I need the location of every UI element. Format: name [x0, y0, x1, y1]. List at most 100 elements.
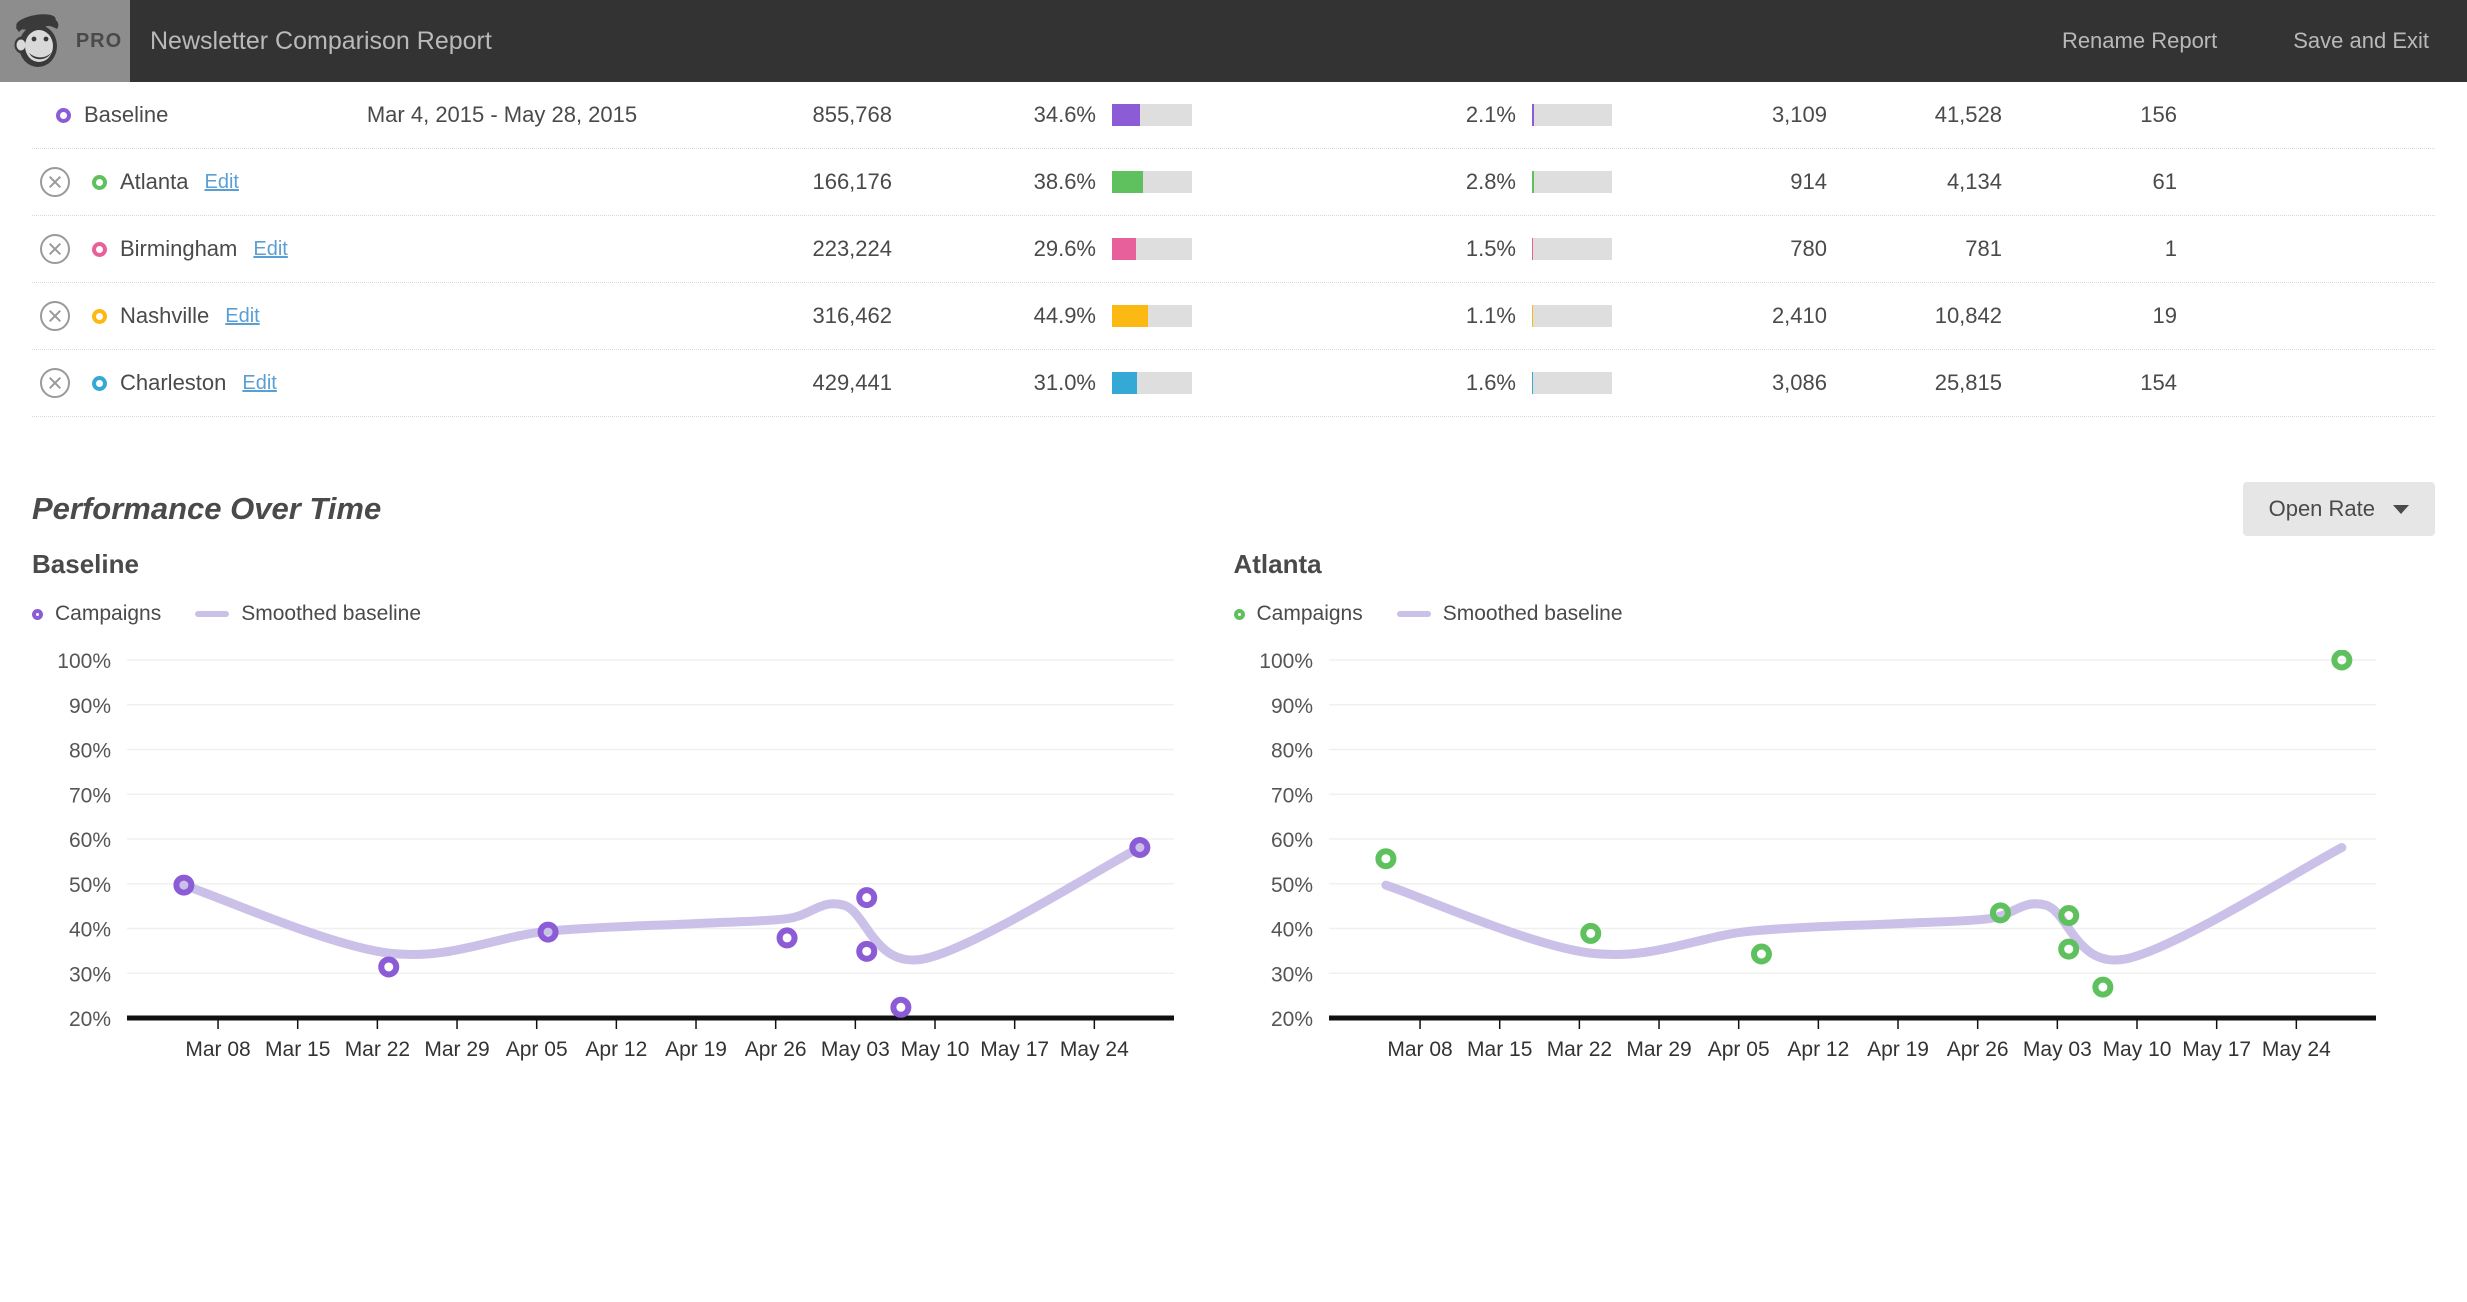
- opens-cell: 3,086: [1771, 370, 1827, 395]
- svg-text:50%: 50%: [69, 874, 111, 897]
- comparison-table: Baseline Mar 4, 2015 - May 28, 2015 855,76…: [0, 82, 2467, 417]
- clicks-cell: 10,842: [1934, 303, 2002, 328]
- data-point[interactable]: [1374, 848, 1396, 870]
- series-color-dot: [92, 241, 107, 257]
- open-rate-cell-bar-fill: [1112, 305, 1148, 327]
- svg-text:Apr 19: Apr 19: [665, 1038, 727, 1061]
- click-rate-cell-value: 1.6%: [1465, 370, 1516, 395]
- mailchimp-freddie-icon: [8, 12, 70, 70]
- row-name-cell: Charleston Edit: [32, 368, 342, 398]
- data-point[interactable]: [2091, 976, 2113, 998]
- opens-cell: 2,410: [1771, 303, 1827, 328]
- svg-text:100%: 100%: [1259, 650, 1313, 673]
- click-rate-cell-bar: [1532, 104, 1612, 126]
- svg-text:90%: 90%: [1270, 695, 1312, 718]
- table-row: Charleston Edit 429,441 31.0% 1.6% 3,086 25,81…: [32, 350, 2435, 417]
- click-rate-cell-bar: [1532, 171, 1612, 193]
- remove-row-icon[interactable]: [40, 234, 70, 264]
- performance-section-header: Performance Over Time Open Rate: [0, 479, 2467, 539]
- data-point[interactable]: [2057, 905, 2079, 927]
- extra-cell: 156: [2140, 102, 2177, 127]
- open-rate-cell-bar: [1112, 238, 1192, 260]
- open-rate-cell: 29.6%: [892, 236, 1192, 262]
- data-point[interactable]: [378, 956, 400, 978]
- data-point[interactable]: [890, 996, 912, 1018]
- edit-link[interactable]: Edit: [253, 238, 287, 261]
- svg-text:Apr 26: Apr 26: [1946, 1038, 2008, 1061]
- open-rate-cell-bar-fill: [1112, 372, 1137, 394]
- click-rate-cell: 1.5%: [1192, 236, 1612, 262]
- svg-text:90%: 90%: [69, 695, 111, 718]
- click-rate-cell-bar-fill: [1532, 104, 1534, 126]
- opens-cell: 780: [1790, 236, 1827, 261]
- svg-text:Mar 15: Mar 15: [265, 1038, 330, 1061]
- open-rate-cell-bar-fill: [1112, 238, 1136, 260]
- chart-plot: 20% 30% 40% 50% 60% 70% 80% 90% 100% Mar 08 Mar 15…: [1259, 650, 2376, 1061]
- clicks-cell: 781: [1965, 236, 2002, 261]
- row-label: Nashville: [120, 303, 210, 328]
- smoothed-baseline-line: [1380, 843, 2346, 965]
- rename-report-button[interactable]: Rename Report: [2024, 0, 2255, 82]
- legend-campaigns-label: Campaigns: [1256, 602, 1363, 625]
- svg-text:Apr 12: Apr 12: [585, 1038, 647, 1061]
- svg-text:May 03: May 03: [2022, 1038, 2091, 1061]
- click-rate-cell-bar: [1532, 238, 1612, 260]
- open-rate-cell-value: 44.9%: [1033, 303, 1096, 328]
- chart-title: Atlanta: [1233, 549, 1322, 579]
- series-color-dot: [92, 308, 107, 324]
- chart-panel-baseline: Baseline Campaigns Smoothed baseline 20% 30%…: [32, 549, 1234, 1070]
- open-rate-cell-bar-fill: [1112, 171, 1143, 193]
- data-point[interactable]: [1750, 943, 1772, 965]
- remove-row-icon[interactable]: [40, 301, 70, 331]
- row-name-cell: Baseline: [32, 102, 342, 128]
- open-rate-cell-value: 38.6%: [1033, 169, 1096, 194]
- mailchimp-pro-logo[interactable]: PRO: [0, 0, 130, 82]
- legend-campaigns-dot: [32, 608, 43, 620]
- remove-row-icon[interactable]: [40, 167, 70, 197]
- svg-text:Apr 26: Apr 26: [745, 1038, 807, 1061]
- data-point[interactable]: [776, 927, 798, 949]
- table-row: Baseline Mar 4, 2015 - May 28, 2015 855,76…: [32, 82, 2435, 149]
- svg-text:May 24: May 24: [2261, 1038, 2330, 1061]
- extra-cell: 19: [2152, 303, 2177, 328]
- svg-text:May 10: May 10: [901, 1038, 970, 1061]
- chart-panel-atlanta: Atlanta Campaigns Smoothed baseline 20% 30% 4…: [1233, 549, 2436, 1070]
- remove-row-icon[interactable]: [40, 368, 70, 398]
- edit-link[interactable]: Edit: [205, 171, 239, 194]
- legend-smoothed-line-swatch: [1396, 611, 1431, 617]
- row-name-cell: Nashville Edit: [32, 301, 342, 331]
- save-and-exit-button[interactable]: Save and Exit: [2255, 0, 2467, 82]
- legend-campaigns-dot: [1233, 608, 1245, 620]
- metric-dropdown[interactable]: Open Rate: [2242, 482, 2435, 536]
- click-rate-cell: 2.1%: [1192, 102, 1612, 128]
- svg-text:60%: 60%: [69, 829, 111, 852]
- edit-link[interactable]: Edit: [225, 305, 259, 328]
- data-point[interactable]: [1579, 922, 1601, 944]
- svg-text:Apr 12: Apr 12: [1787, 1038, 1849, 1061]
- svg-text:Apr 19: Apr 19: [1867, 1038, 1929, 1061]
- click-rate-cell-bar-fill: [1532, 238, 1534, 260]
- data-point[interactable]: [856, 887, 878, 909]
- legend-smoothed-line-swatch: [195, 611, 230, 617]
- click-rate-cell-bar-fill: [1532, 372, 1534, 394]
- data-point[interactable]: [2057, 938, 2079, 960]
- recipients-cell: 166,176: [812, 169, 892, 194]
- extra-cell: 154: [2140, 370, 2177, 395]
- svg-text:20%: 20%: [69, 1008, 111, 1031]
- svg-text:Mar 29: Mar 29: [424, 1038, 489, 1061]
- edit-link[interactable]: Edit: [242, 372, 276, 395]
- date-range-cell: Mar 4, 2015 - May 28, 2015: [366, 102, 638, 127]
- data-point[interactable]: [856, 940, 878, 962]
- open-rate-cell-bar: [1112, 372, 1192, 394]
- legend-campaigns-label: Campaigns: [55, 602, 162, 625]
- open-rate-cell-bar-fill: [1112, 104, 1140, 126]
- extra-cell: 61: [2152, 169, 2177, 194]
- click-rate-cell-value: 2.8%: [1465, 169, 1516, 194]
- svg-text:60%: 60%: [1270, 829, 1312, 852]
- header-actions: Rename Report Save and Exit: [2024, 0, 2467, 82]
- chevron-down-icon: [2393, 504, 2409, 514]
- svg-text:May 24: May 24: [1060, 1038, 1129, 1061]
- table-row: Birmingham Edit 223,224 29.6% 1.5% 780 781 1: [32, 216, 2435, 283]
- open-rate-cell-bar: [1112, 104, 1192, 126]
- svg-text:Mar 15: Mar 15: [1467, 1038, 1532, 1061]
